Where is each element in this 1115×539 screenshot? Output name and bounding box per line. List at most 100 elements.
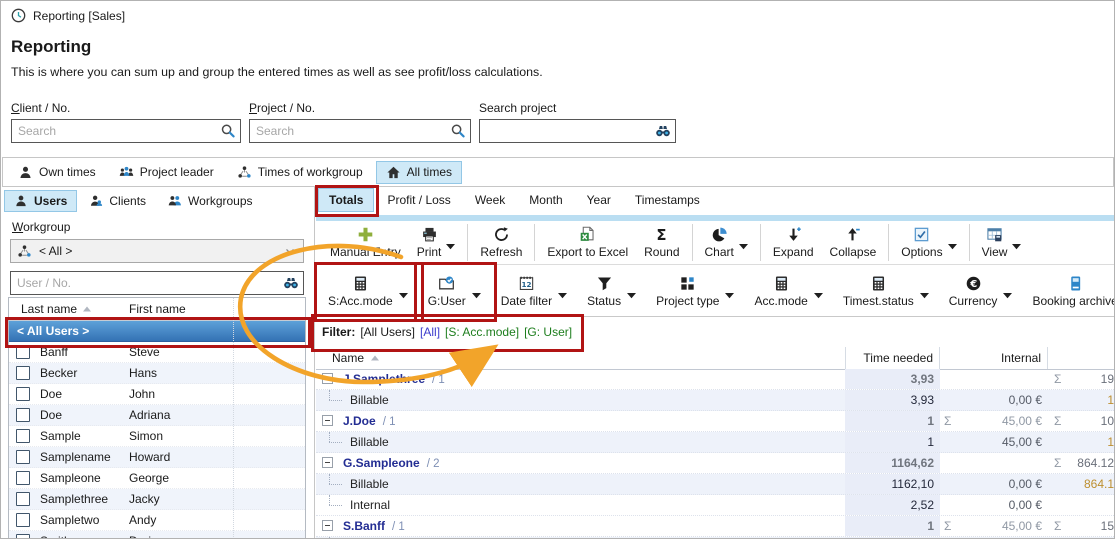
row-label: Billable — [350, 477, 389, 491]
user-row-smith-doris[interactable]: SmithDoris — [9, 531, 305, 539]
scope-tab-all-times[interactable]: All times — [376, 161, 462, 184]
totals-row-billable[interactable]: Billable145,00 €1 — [316, 432, 1115, 453]
project-search-input[interactable] — [250, 120, 470, 142]
export-to-excel-button[interactable]: Export to Excel — [539, 221, 636, 264]
tab-year[interactable]: Year — [576, 188, 622, 212]
dropdown-arrow-icon[interactable] — [472, 288, 481, 295]
dropdown-arrow-icon[interactable] — [446, 239, 455, 246]
user-checkbox[interactable] — [16, 429, 30, 443]
totals-row-j-doe[interactable]: J.Doe/ 11Σ45,00 €Σ10 — [316, 411, 1115, 432]
print-button[interactable]: Print — [409, 221, 464, 264]
user-checkbox[interactable] — [16, 471, 30, 485]
tree-expander[interactable] — [322, 520, 333, 531]
user-checkbox[interactable] — [16, 387, 30, 401]
user-checkbox[interactable] — [16, 366, 30, 380]
dropdown-arrow-icon[interactable] — [1003, 288, 1012, 295]
sidebar-tab-users[interactable]: Users — [4, 190, 77, 212]
user-row-sampleone-george[interactable]: SampleoneGeorge — [9, 468, 305, 489]
tab-profit-loss[interactable]: Profit / Loss — [376, 188, 461, 212]
totals-row-internal[interactable]: Internal2,520,00 € — [316, 495, 1115, 516]
collapse-button[interactable]: Collapse — [822, 221, 885, 264]
tree-expander[interactable] — [322, 373, 333, 384]
dropdown-arrow-icon[interactable] — [948, 239, 957, 246]
dropdown-arrow-icon[interactable] — [814, 288, 823, 295]
timest-status-button[interactable]: Timest.status — [833, 266, 939, 316]
user-row-doe-john[interactable]: DoeJohn — [9, 384, 305, 405]
totals-row-s-banff[interactable]: S.Banff/ 11Σ45,00 €Σ15 — [316, 516, 1115, 537]
totals-row-billable[interactable]: Billable1162,100,00 €864.1 — [316, 474, 1115, 495]
user-row-samplename-howard[interactable]: SamplenameHoward — [9, 447, 305, 468]
tab-month[interactable]: Month — [518, 188, 573, 212]
s-acc-mode-button[interactable]: S:Acc.mode — [318, 266, 418, 316]
expand-button[interactable]: Expand — [765, 221, 822, 264]
toolbar-separator — [760, 224, 761, 261]
totals-row-g-sampleone[interactable]: G.Sampleone/ 21164,62Σ864.12 — [316, 453, 1115, 474]
user-checkbox[interactable] — [16, 450, 30, 464]
column-header-first-name[interactable]: First name — [129, 298, 186, 320]
round-button[interactable]: ΣRound — [636, 221, 687, 264]
user-row-becker-hans[interactable]: BeckerHans — [9, 363, 305, 384]
user-checkbox[interactable] — [16, 408, 30, 422]
chevron-down-icon[interactable] — [283, 244, 297, 258]
user-filter-field[interactable] — [10, 271, 304, 295]
dropdown-arrow-icon[interactable] — [725, 288, 734, 295]
user-row-sample-simon[interactable]: SampleSimon — [9, 426, 305, 447]
scope-tab-own-times[interactable]: Own times — [8, 161, 106, 184]
user-checkbox[interactable] — [16, 492, 30, 506]
user-row-doe-adriana[interactable]: DoeAdriana — [9, 405, 305, 426]
view-button[interactable]: View — [974, 221, 1030, 264]
options-button[interactable]: Options — [893, 221, 964, 264]
currency-button[interactable]: €Currency — [939, 266, 1023, 316]
status-button[interactable]: Status — [577, 266, 646, 316]
user-checkbox[interactable] — [16, 345, 30, 359]
sidebar-tab-clients[interactable]: Clients — [79, 190, 156, 212]
tab-totals[interactable]: Totals — [318, 188, 374, 212]
user-row-samplethree-jacky[interactable]: SamplethreeJacky — [9, 489, 305, 510]
scope-tab-times-of-workgroup[interactable]: Times of workgroup — [227, 161, 373, 184]
search-project-field[interactable] — [479, 119, 676, 143]
totals-row-j-samplethree[interactable]: J.Samplethree/ 13,93Σ19 — [316, 369, 1115, 390]
acc-mode-button[interactable]: Acc.mode — [744, 266, 832, 316]
dropdown-arrow-icon[interactable] — [399, 288, 408, 295]
dropdown-arrow-icon[interactable] — [920, 288, 929, 295]
manual-entry-button[interactable]: Manual Entry — [322, 221, 409, 264]
client-search-field[interactable] — [11, 119, 241, 143]
tree-expander[interactable] — [322, 415, 333, 426]
scope-tab-project-leader[interactable]: Project leader — [109, 161, 224, 184]
tab-timestamps[interactable]: Timestamps — [624, 188, 711, 212]
group-name: S.Banff — [343, 519, 385, 533]
page-description: This is where you can sum up and group t… — [11, 65, 543, 79]
user-row-sampletwo-andy[interactable]: SampletwoAndy — [9, 510, 305, 531]
workgroup-icon — [17, 244, 32, 259]
column-header-time-needed[interactable]: Time needed — [845, 347, 940, 369]
sidebar-tab-workgroups[interactable]: Workgroups — [158, 190, 262, 212]
collapse-icon — [844, 226, 861, 243]
g-user-button[interactable]: G:User — [418, 266, 491, 316]
filter-segment: [G: User] — [524, 325, 572, 339]
user-row-banff-steve[interactable]: BanffSteve — [9, 342, 305, 363]
dropdown-arrow-icon[interactable] — [558, 288, 567, 295]
tab-week[interactable]: Week — [464, 188, 516, 212]
totals-row-billable[interactable]: Billable3,930,00 €1 — [316, 390, 1115, 411]
project-type-button[interactable]: Project type — [646, 266, 744, 316]
dropdown-arrow-icon[interactable] — [739, 239, 748, 246]
search-project-input[interactable] — [480, 120, 675, 142]
column-header-name[interactable]: Name — [332, 347, 380, 369]
project-search-field[interactable] — [249, 119, 471, 143]
refresh-button[interactable]: Refresh — [472, 221, 530, 264]
booking-archive-button[interactable]: Booking archive — [1022, 266, 1115, 316]
tree-expander[interactable] — [322, 457, 333, 468]
workgroup-select[interactable]: < All > — [10, 239, 304, 263]
project-type-icon — [679, 275, 696, 292]
chart-button[interactable]: Chart — [697, 221, 756, 264]
dropdown-arrow-icon[interactable] — [627, 288, 636, 295]
column-header-last-name[interactable]: Last name — [21, 298, 92, 320]
date-filter-button[interactable]: 12Date filter — [491, 266, 577, 316]
column-header-internal[interactable]: Internal — [940, 347, 1048, 369]
user-checkbox[interactable] — [16, 513, 30, 527]
dropdown-arrow-icon[interactable] — [1012, 239, 1021, 246]
all-users-row[interactable]: < All Users > — [9, 321, 305, 342]
user-filter-input[interactable] — [11, 272, 303, 294]
client-search-input[interactable] — [12, 120, 240, 142]
user-checkbox[interactable] — [16, 534, 30, 539]
